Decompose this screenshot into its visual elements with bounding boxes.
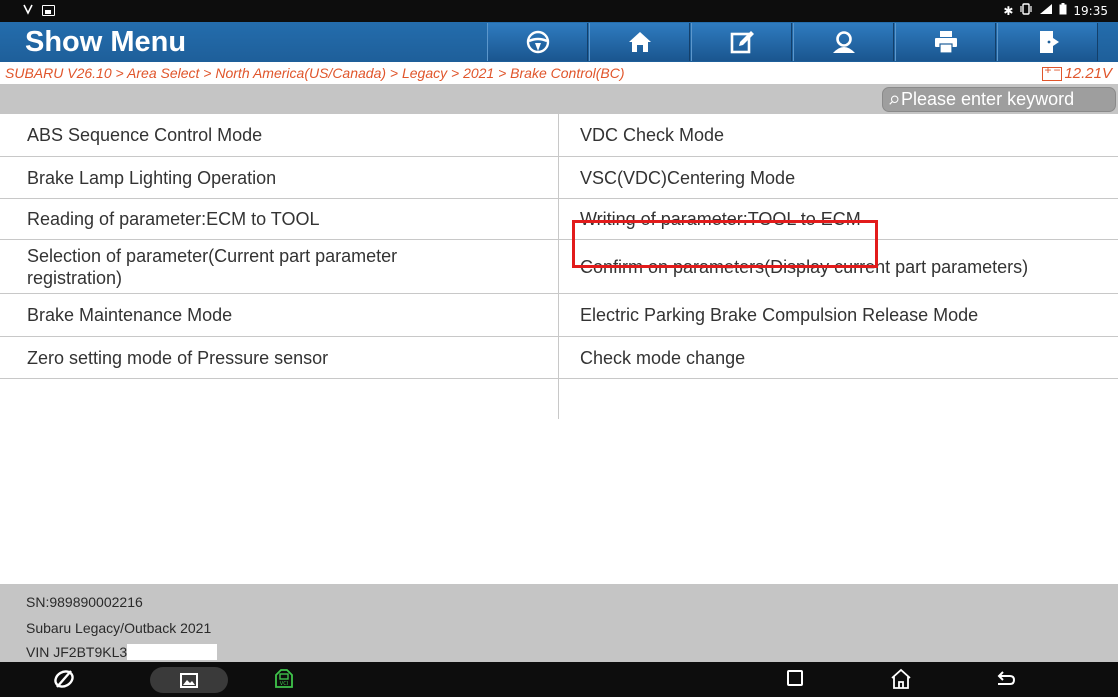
- menu-item-brake-maintenance[interactable]: Brake Maintenance Mode: [0, 294, 559, 337]
- print-icon: [934, 31, 957, 54]
- home-nav-icon: [891, 668, 911, 689]
- print-button[interactable]: [895, 23, 996, 61]
- menu-item-abs-sequence-control[interactable]: ABS Sequence Control Mode: [0, 114, 559, 157]
- vpn-icon: [22, 3, 34, 18]
- battery-voltage: 12.21V: [1042, 63, 1112, 82]
- system-nav-bar: VCI: [0, 662, 1118, 697]
- home-button[interactable]: [589, 23, 690, 61]
- menu-item-confirm-parameters[interactable]: Confirm on parameters(Display current pa…: [559, 240, 1118, 294]
- car-battery-icon: [1042, 63, 1063, 81]
- browser-button[interactable]: [52, 667, 76, 691]
- menu-item-empty: [0, 379, 559, 419]
- user-icon: [832, 31, 855, 53]
- home-icon: [628, 32, 651, 52]
- search-input[interactable]: [901, 89, 1115, 110]
- status-bar: ✱ 19:35: [0, 0, 1118, 22]
- vibrate-icon: [1019, 3, 1033, 18]
- search-bar: [0, 84, 1118, 114]
- serial-number: SN:989890002216: [26, 594, 143, 610]
- vehicle-model: Subaru Legacy/Outback 2021: [26, 620, 212, 636]
- gallery-icon: [180, 672, 198, 688]
- menu-item-reading-parameter[interactable]: Reading of parameter:ECM to TOOL: [0, 199, 559, 240]
- signal-icon: [1039, 3, 1053, 18]
- exit-button[interactable]: [997, 23, 1098, 61]
- function-menu: ABS Sequence Control Mode VDC Check Mode…: [0, 114, 1118, 584]
- svg-text:VCI: VCI: [280, 681, 288, 687]
- menu-item-selection-parameter[interactable]: Selection of parameter(Current part para…: [0, 240, 559, 294]
- recent-apps-icon: [787, 670, 803, 686]
- menu-item-vsc-vdc-centering[interactable]: VSC(VDC)Centering Mode: [559, 157, 1118, 199]
- vin-row: VIN JF2BT9KL3: [26, 644, 218, 660]
- breadcrumb-bar: SUBARU V26.10 > Area Select > North Amer…: [0, 62, 1118, 84]
- steering-wheel-button[interactable]: [487, 23, 588, 61]
- menu-item-check-mode-change[interactable]: Check mode change: [559, 337, 1118, 379]
- exit-icon: [1039, 31, 1059, 53]
- browser-icon: [54, 670, 74, 688]
- back-icon: [997, 671, 1016, 685]
- battery-icon: [1059, 3, 1067, 18]
- search-icon: [889, 95, 899, 105]
- recent-apps-button[interactable]: [784, 667, 806, 689]
- breadcrumb: SUBARU V26.10 > Area Select > North Amer…: [5, 65, 625, 81]
- page-title: Show Menu: [25, 26, 187, 58]
- clock: 19:35: [1073, 3, 1108, 18]
- steering-wheel-icon: [526, 30, 549, 54]
- menu-item-vdc-check[interactable]: VDC Check Mode: [559, 114, 1118, 157]
- bluetooth-icon: ✱: [1003, 3, 1014, 18]
- vehicle-info-panel: SN:989890002216 Subaru Legacy/Outback 20…: [0, 584, 1118, 662]
- voltage-value: 12.21V: [1064, 65, 1112, 82]
- vci-button[interactable]: VCI: [272, 667, 296, 691]
- menu-item-epb-compulsion-release[interactable]: Electric Parking Brake Compulsion Releas…: [559, 294, 1118, 337]
- vin-redaction: [127, 644, 218, 660]
- user-button[interactable]: [793, 23, 894, 61]
- menu-item-empty: [559, 379, 1118, 419]
- back-button[interactable]: [993, 667, 1017, 691]
- menu-item-zero-setting-pressure-sensor[interactable]: Zero setting mode of Pressure sensor: [0, 337, 559, 379]
- vci-icon: VCI: [275, 669, 293, 688]
- menu-item-brake-lamp-lighting[interactable]: Brake Lamp Lighting Operation: [0, 157, 559, 199]
- image-notification-icon: [42, 5, 55, 16]
- gallery-button[interactable]: [150, 667, 228, 693]
- vin-number: VIN JF2BT9KL3: [26, 644, 128, 660]
- menu-item-writing-parameter[interactable]: Writing of parameter:TOOL to ECM: [559, 199, 1118, 240]
- home-nav-button[interactable]: [889, 667, 913, 691]
- edit-icon: [730, 31, 754, 54]
- edit-button[interactable]: [691, 23, 792, 61]
- search-box[interactable]: [882, 87, 1116, 112]
- app-header: Show Menu: [0, 22, 1118, 62]
